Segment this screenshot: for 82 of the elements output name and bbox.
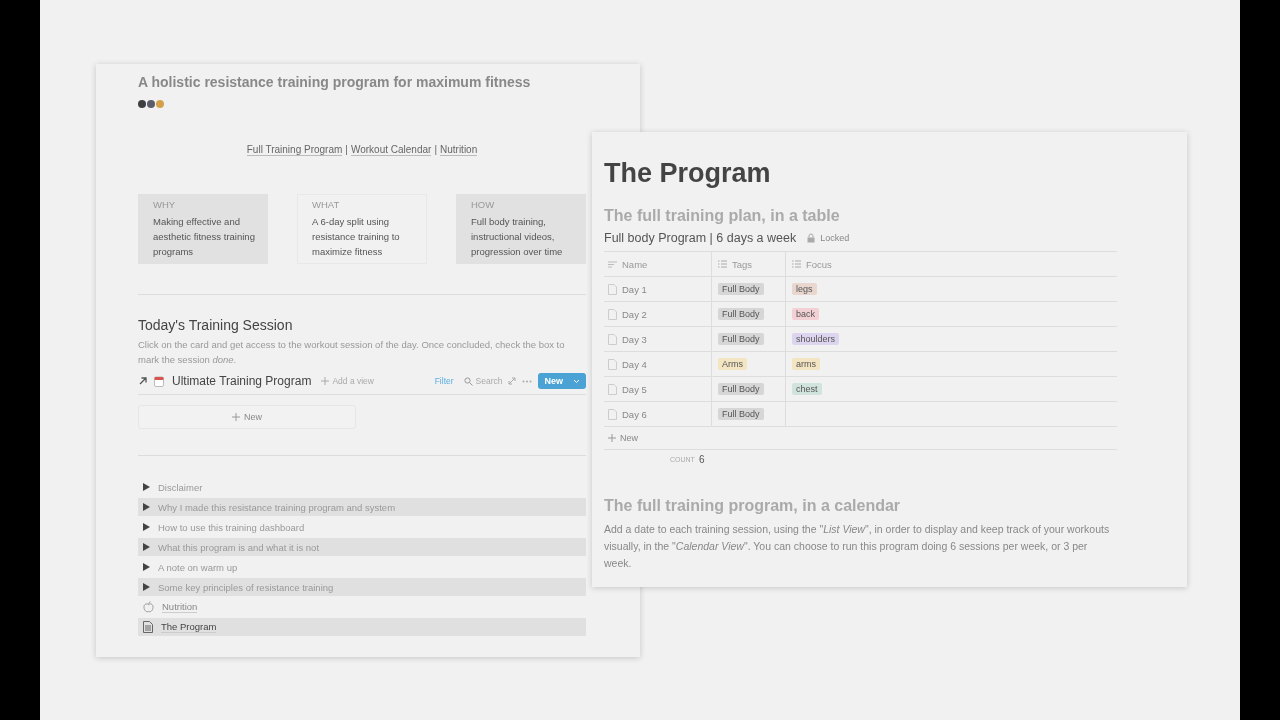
callout-label: HOW: [471, 199, 496, 210]
list-property-icon: [792, 260, 801, 268]
section-description: Click on the card and get access to the workout session of the day. Once concluded, check the box to mark the session done.: [138, 338, 566, 367]
tag: Full Body: [718, 283, 764, 295]
filter-link[interactable]: Filter: [434, 376, 454, 386]
page-link[interactable]: The Program: [138, 618, 586, 636]
more-icon[interactable]: [522, 379, 533, 383]
column-header: Focus: [806, 258, 832, 270]
table-cell[interactable]: Day 6: [622, 408, 647, 420]
locked-label: Locked: [820, 233, 850, 243]
tag: shoulders: [792, 333, 840, 345]
count-value: 6: [698, 454, 705, 465]
column-header: Name: [622, 258, 648, 270]
plus-icon: [232, 413, 240, 421]
lock-icon: [807, 233, 816, 243]
paragraph: Add a date to each training session, using the "List View", in order to display and keep track of your workouts visually, in the "Calendar View". You can choose to run this program doing 6 sessions per week, or 3 per week.: [604, 522, 1111, 571]
table-cell[interactable]: Day 1: [622, 283, 647, 295]
add-view-link[interactable]: Add a view: [321, 376, 374, 386]
tag: Arms: [718, 358, 747, 370]
callout-label: WHAT: [312, 199, 341, 210]
section-heading: The full training plan, in a table: [604, 207, 841, 225]
new-card-button[interactable]: New: [138, 405, 356, 429]
document-icon: [608, 308, 617, 320]
tag: Full Body: [718, 383, 764, 395]
callout-text: Full body training, instructional videos, progression over time: [471, 215, 564, 259]
nav-link[interactable]: Full Training Program: [246, 144, 343, 156]
nav-link[interactable]: Nutrition: [440, 144, 478, 156]
document-icon: [608, 283, 617, 295]
triangle-icon: [143, 523, 150, 531]
toggle-item[interactable]: Disclaimer: [138, 478, 586, 496]
document-icon: [608, 358, 617, 370]
new-row-button[interactable]: New: [608, 433, 638, 443]
table-cell[interactable]: Day 2: [622, 308, 647, 320]
triangle-icon: [143, 583, 150, 591]
triangle-icon: [143, 543, 150, 551]
tag: arms: [792, 358, 820, 370]
page-link[interactable]: Nutrition: [138, 598, 586, 616]
database-title: Ultimate Training Program: [172, 374, 312, 388]
section-heading: The full training program, in a calendar: [604, 497, 902, 515]
calendar-icon: [154, 375, 164, 387]
document-icon: [143, 621, 153, 633]
toggle-item[interactable]: How to use this training dashboard: [138, 518, 586, 536]
document-icon: [608, 333, 617, 345]
table-cell[interactable]: Day 5: [622, 383, 647, 395]
tag: Full Body: [718, 333, 764, 345]
triangle-icon: [143, 503, 150, 511]
tag: Full Body: [718, 308, 764, 320]
triangle-icon: [143, 483, 150, 491]
tag: Full Body: [718, 408, 764, 420]
page-title: The Program: [604, 158, 772, 189]
nav-separator: |: [434, 144, 437, 156]
plus-icon: [321, 377, 330, 385]
expand-icon[interactable]: [508, 377, 517, 385]
tag: legs: [792, 283, 817, 295]
nav-separator: |: [345, 144, 348, 156]
table-cell[interactable]: Day 3: [622, 333, 647, 345]
document-icon: [608, 383, 617, 395]
section-title: Today's Training Session: [138, 317, 294, 333]
callout-label: WHY: [153, 199, 177, 210]
search-icon: [463, 376, 473, 386]
arrow-icon: [138, 376, 148, 386]
search-link[interactable]: Search: [463, 376, 503, 386]
list-property-icon: [718, 260, 727, 268]
tag: back: [792, 308, 819, 320]
apple-icon: [143, 601, 154, 613]
plus-icon: [608, 434, 616, 442]
new-button[interactable]: New: [538, 373, 586, 389]
triangle-icon: [143, 563, 150, 571]
nav-link[interactable]: Workout Calendar: [350, 144, 432, 156]
toggle-item[interactable]: Some key principles of resistance training: [138, 578, 586, 596]
text-property-icon: [608, 260, 617, 268]
table-title: Full body Program | 6 days a week: [604, 231, 797, 245]
callout-text: A 6-day split using resistance training to maximize fitness: [312, 215, 401, 259]
callout-text: Making effective and aesthetic fitness training programs: [153, 215, 256, 259]
toggle-item[interactable]: A note on warm up: [138, 558, 586, 576]
column-header: Tags: [732, 258, 753, 270]
document-icon: [608, 408, 617, 420]
toggle-item[interactable]: What this program is and what it is not: [138, 538, 586, 556]
caret-icon: [573, 378, 580, 384]
tag: chest: [792, 383, 822, 395]
page-subtitle: A holistic resistance training program for maximum fitness: [138, 74, 532, 90]
table-cell[interactable]: Day 4: [622, 358, 647, 370]
